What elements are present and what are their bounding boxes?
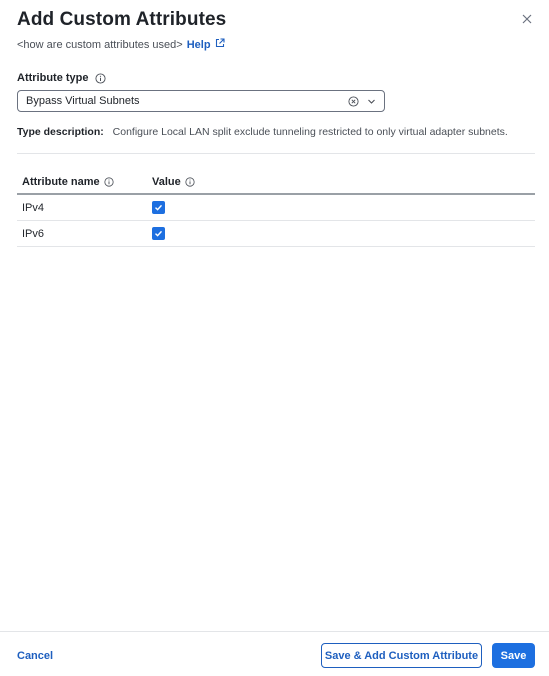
help-link-label: Help bbox=[186, 38, 211, 51]
attribute-type-label: Attribute type bbox=[17, 72, 106, 84]
save-button[interactable]: Save bbox=[492, 643, 535, 668]
info-icon[interactable] bbox=[185, 176, 195, 187]
external-link-icon bbox=[211, 38, 225, 51]
cancel-button[interactable]: Cancel bbox=[17, 650, 53, 662]
table-row: IPv6 bbox=[17, 221, 535, 247]
ipv6-checkbox[interactable] bbox=[152, 227, 165, 240]
attribute-name-cell: IPv6 bbox=[22, 227, 45, 240]
dialog-subtitle: <how are custom attributes used> Help bbox=[17, 38, 225, 51]
value-cell bbox=[152, 227, 535, 240]
column-header-label: Value bbox=[152, 175, 181, 188]
type-description-label: Type description: bbox=[17, 126, 104, 138]
add-custom-attributes-dialog: Add Custom Attributes <how are custom at… bbox=[0, 0, 549, 676]
column-header-attribute-name: Attribute name bbox=[17, 176, 152, 188]
dialog-title: Add Custom Attributes bbox=[17, 9, 227, 30]
section-divider bbox=[17, 153, 535, 154]
attributes-table: Attribute name Value IPv4 IPv6 bbox=[17, 170, 535, 247]
close-icon bbox=[522, 11, 532, 29]
info-icon[interactable] bbox=[94, 72, 106, 84]
ipv4-checkbox[interactable] bbox=[152, 201, 165, 214]
footer-divider bbox=[0, 631, 549, 632]
help-link[interactable]: Help bbox=[187, 38, 225, 51]
table-header: Attribute name Value bbox=[17, 170, 535, 195]
subtitle-text: <how are custom attributes used> bbox=[17, 38, 183, 51]
column-header-label: Attribute name bbox=[22, 175, 100, 188]
value-cell bbox=[152, 201, 535, 214]
column-header-value: Value bbox=[152, 176, 535, 188]
clear-selection-icon[interactable] bbox=[348, 95, 359, 107]
type-description-text: Configure Local LAN split exclude tunnel… bbox=[112, 126, 508, 138]
attribute-type-select[interactable]: Bypass Virtual Subnets bbox=[17, 90, 385, 112]
type-description: Type description: Configure Local LAN sp… bbox=[17, 126, 508, 138]
attribute-type-label-text: Attribute type bbox=[17, 72, 89, 84]
attribute-name-cell: IPv4 bbox=[22, 201, 45, 214]
info-icon[interactable] bbox=[104, 176, 114, 187]
chevron-down-icon[interactable] bbox=[367, 97, 376, 106]
close-button[interactable] bbox=[519, 12, 535, 28]
table-row: IPv4 bbox=[17, 195, 535, 221]
save-and-add-button[interactable]: Save & Add Custom Attribute bbox=[321, 643, 482, 668]
attribute-type-selected-value: Bypass Virtual Subnets bbox=[26, 95, 140, 107]
checkmark-icon bbox=[155, 230, 163, 237]
checkmark-icon bbox=[155, 204, 163, 211]
